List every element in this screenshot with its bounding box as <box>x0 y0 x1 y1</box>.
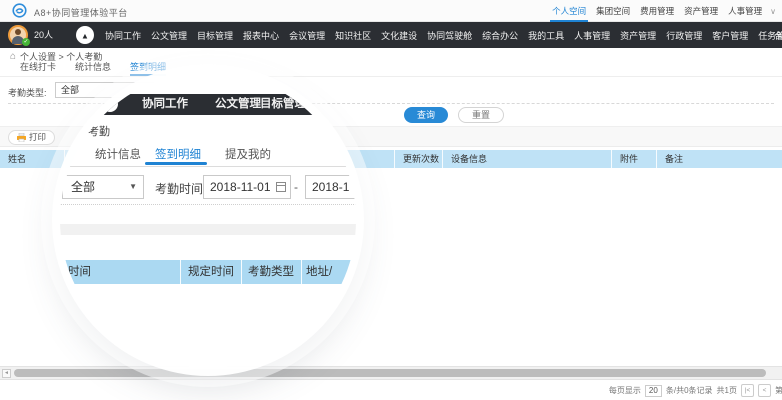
magnified-col-time: 时间 <box>68 260 91 284</box>
user-count: 20人 <box>34 22 53 48</box>
tab-statistics[interactable]: 统计信息 <box>75 60 111 76</box>
magnified-breadcrumb-fragment: 考勤 <box>88 123 110 139</box>
magnified-col-type: 考勤类型 <box>248 260 294 284</box>
magnified-date-to: 2018-1 <box>305 175 356 199</box>
query-actions: 查询 重置 <box>404 107 504 123</box>
prev-page-button[interactable]: < <box>758 384 771 397</box>
attendance-type-label: 考勤类型: <box>8 86 47 99</box>
magnified-col-sep-1 <box>180 260 181 284</box>
nav-item-hr[interactable]: 人事管理 <box>574 29 610 42</box>
nav-item-customer[interactable]: 客户管理 <box>712 29 748 42</box>
magnified-col-sep-2 <box>241 260 242 284</box>
first-page-button[interactable]: |< <box>741 384 754 397</box>
nav-item-asset[interactable]: 资产管理 <box>620 29 656 42</box>
page-size-input[interactable] <box>645 385 662 397</box>
magnified-tab-signin-detail: 签到明细 <box>155 146 201 162</box>
print-label: 打印 <box>29 131 46 144</box>
calendar-icon <box>276 182 286 192</box>
magnified-caret-down-icon: ▼ <box>129 176 137 198</box>
tab-strip: 在线打卡 统计信息 签到明细 <box>0 60 782 77</box>
records-label: 条/共0条记录 <box>666 385 713 396</box>
magnified-tab-statistics: 统计信息 <box>95 146 141 162</box>
col-name[interactable]: 姓名 <box>0 150 65 168</box>
magnified-tab-divider <box>60 166 356 167</box>
magnified-nav-official-doc: 公文管理 <box>215 94 261 115</box>
pagination-bar: 每页显示 条/共0条记录 共1页 |< < 第 <box>0 379 782 400</box>
pager: 每页显示 条/共0条记录 共1页 |< < 第 <box>609 380 782 400</box>
platform-title: A8+协同管理体验平台 <box>34 6 128 19</box>
nav-item-my-tools[interactable]: 我的工具 <box>528 29 564 42</box>
magnified-tab-mentions: 提及我的 <box>225 146 271 162</box>
magnified-app-launcher-icon: ▲ <box>102 96 118 112</box>
app-window: A8+协同管理体验平台 个人空间 集团空间 费用管理 资产管理 人事管理 ∨ ✓… <box>0 0 782 400</box>
menu-expense-mgmt[interactable]: 费用管理 <box>638 0 676 22</box>
online-status-icon: ✓ <box>22 38 30 46</box>
workspace-menu: 个人空间 集团空间 费用管理 资产管理 人事管理 ∨ <box>550 0 776 22</box>
scroll-left-arrow-icon[interactable]: ◄ <box>2 369 11 378</box>
magnified-nav-goal: 目标管理 <box>260 94 306 115</box>
nav-item-knowledge[interactable]: 知识社区 <box>335 29 371 42</box>
printer-icon <box>17 133 26 142</box>
tab-signin-detail[interactable]: 签到明细 <box>130 60 166 76</box>
magnified-col-scheduled-time: 规定时间 <box>188 260 234 284</box>
magnified-nav-collab: 协同工作 <box>142 94 188 115</box>
nav-item-report[interactable]: 报表中心 <box>243 29 279 42</box>
menu-asset-mgmt[interactable]: 资产管理 <box>682 0 720 22</box>
page-jump-label: 第 <box>775 385 782 396</box>
print-button[interactable]: 打印 <box>8 130 55 145</box>
magnifier-circle: ▲ 协同工作 公文管理 目标管理 考勤 统计信息 签到明细 提及我的 全部 ▼ … <box>60 72 356 368</box>
nav-item-admin[interactable]: 行政管理 <box>666 29 702 42</box>
total-pages-label: 共1页 <box>717 385 737 396</box>
magnified-dotted-divider <box>60 204 356 205</box>
nav-item-cockpit[interactable]: 协同驾驶舱 <box>427 29 472 42</box>
app-launcher-icon[interactable]: ▲ <box>76 26 94 44</box>
magnified-table-header: 时间 规定时间 考勤类型 地址/ <box>60 260 356 284</box>
search-button[interactable]: 查询 <box>404 107 448 123</box>
col-device-info[interactable]: 设备信息 <box>443 150 612 168</box>
col-remark[interactable]: 备注 <box>657 150 782 168</box>
magnified-col-sep-3 <box>301 260 302 284</box>
reset-button[interactable]: 重置 <box>458 107 504 123</box>
chevron-down-icon[interactable]: ∨ <box>770 7 776 16</box>
nav-item-collab[interactable]: 协同工作 <box>105 29 141 42</box>
magnified-type-value: 全部 <box>71 180 95 194</box>
date-to-value: 2018-1 <box>312 180 349 194</box>
nav-item-contract[interactable]: 合同管理 <box>774 29 782 42</box>
nav-item-goal[interactable]: 目标管理 <box>197 29 233 42</box>
menu-hr-mgmt[interactable]: 人事管理 <box>726 0 764 22</box>
seeyon-logo-icon <box>12 3 27 18</box>
top-bar: A8+协同管理体验平台 个人空间 集团空间 费用管理 资产管理 人事管理 ∨ <box>0 0 782 22</box>
magnified-range-dash: - <box>294 180 298 194</box>
scrollbar-thumb[interactable] <box>14 369 766 377</box>
main-nav-bar: ✓ 20人 ▲ 协同工作 公文管理 目标管理 报表中心 会议管理 知识社区 文化… <box>0 22 782 48</box>
nav-item-meeting[interactable]: 会议管理 <box>289 29 325 42</box>
magnified-col-address: 地址/ <box>306 260 332 284</box>
col-attachment[interactable]: 附件 <box>612 150 657 168</box>
date-from-value: 2018-11-01 <box>210 180 271 194</box>
magnified-nav-bar: ▲ 协同工作 公文管理 目标管理 <box>60 94 356 115</box>
magnified-type-select: 全部 ▼ <box>62 175 144 199</box>
magnified-date-from: 2018-11-01 <box>203 175 291 199</box>
nav-item-official-doc[interactable]: 公文管理 <box>151 29 187 42</box>
app-glyph: ▲ <box>81 28 89 46</box>
tab-online-punch[interactable]: 在线打卡 <box>20 60 56 76</box>
nav-menu: 协同工作 公文管理 目标管理 报表中心 会议管理 知识社区 文化建设 协同驾驶舱… <box>105 22 782 48</box>
col-update-count[interactable]: 更新次数 <box>395 150 443 168</box>
nav-item-culture[interactable]: 文化建设 <box>381 29 417 42</box>
per-page-label: 每页显示 <box>609 385 641 396</box>
magnified-app-glyph: ▲ <box>107 100 114 107</box>
magnified-active-tab-underline <box>145 162 207 165</box>
magnified-toolbar-band <box>60 224 356 235</box>
menu-group-space[interactable]: 集团空间 <box>594 0 632 22</box>
magnified-time-label: 考勤时间 : <box>155 180 210 197</box>
horizontal-scrollbar[interactable]: ◄ <box>0 366 782 379</box>
menu-personal-space[interactable]: 个人空间 <box>550 0 588 22</box>
nav-item-office[interactable]: 综合办公 <box>482 29 518 42</box>
